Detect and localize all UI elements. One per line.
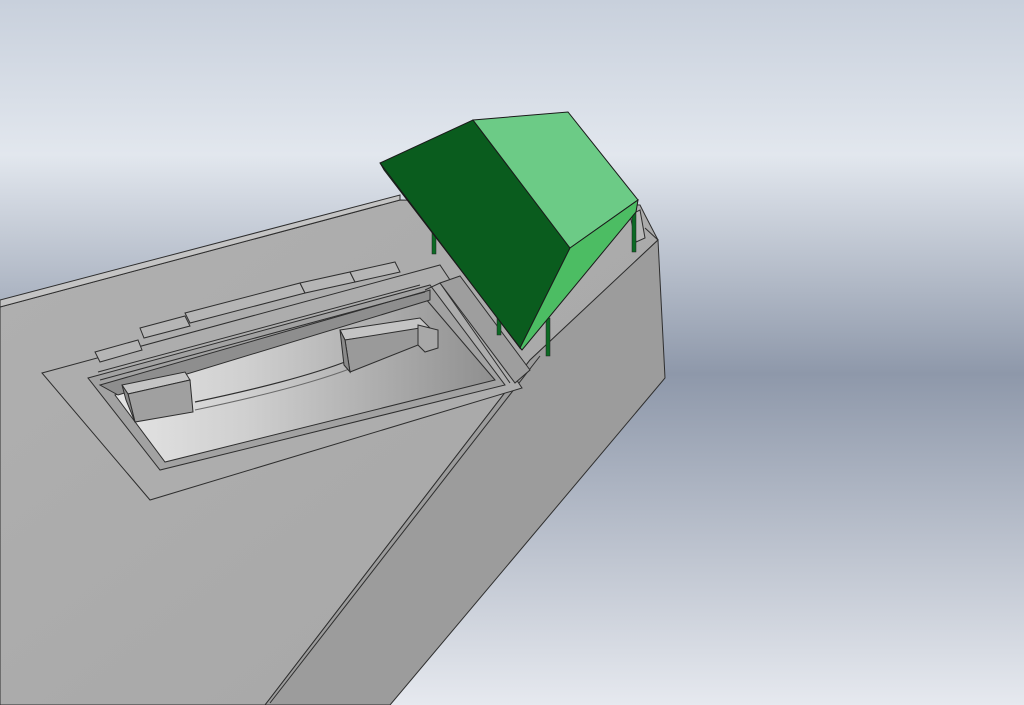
cad-model-render[interactable] xyxy=(0,0,1024,705)
cad-viewport[interactable] xyxy=(0,0,1024,705)
right-bracket-end xyxy=(417,324,439,353)
cover-leg-3 xyxy=(545,317,551,357)
